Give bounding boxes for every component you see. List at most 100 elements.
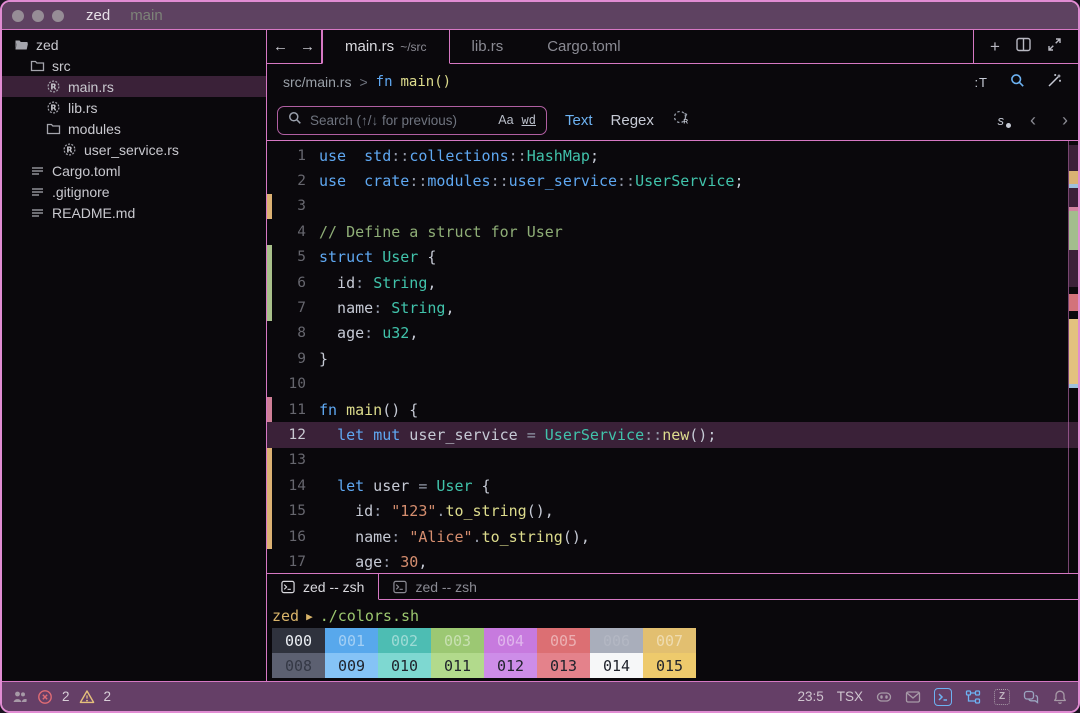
tab-main-rs[interactable]: main.rs~/src (322, 30, 450, 64)
code-lines: 1use std::collections::HashMap;2use crat… (267, 143, 1078, 573)
terminal-tab-list: zed -- zshzed -- zsh (267, 574, 491, 600)
whole-word-toggle[interactable]: wd (522, 113, 536, 127)
code-line-17[interactable]: 17 age: 30, (267, 549, 1078, 573)
svg-text:R: R (683, 119, 688, 126)
titlebar[interactable]: zed main (2, 2, 1078, 30)
code-text: // Define a struct for User (306, 223, 563, 241)
ansi-color-008: 008 (272, 653, 325, 678)
breadcrumb-symbol-keyword[interactable]: fn (376, 74, 393, 90)
split-pane-icon[interactable] (1016, 37, 1031, 57)
notifications-bell-icon[interactable] (1052, 689, 1068, 705)
breadcrumb-symbol-name[interactable]: main() (401, 74, 452, 90)
file-tree-item-main-rs[interactable]: Rmain.rs (2, 76, 266, 97)
token-pu: :: (644, 426, 662, 444)
code-editor[interactable]: 1use std::collections::HashMap;2use crat… (267, 141, 1078, 573)
terminal-tab-1[interactable]: zed -- zsh (267, 574, 379, 600)
token-pr (400, 528, 409, 546)
tab-cargo-toml[interactable]: Cargo.toml (525, 30, 642, 64)
file-tree-item-src[interactable]: src (2, 55, 266, 76)
warning-icon[interactable] (79, 689, 95, 705)
language-selector[interactable]: TSX (837, 689, 863, 704)
code-line-8[interactable]: 8 age: u32, (267, 321, 1078, 346)
code-text: age: 30, (306, 553, 427, 571)
code-line-6[interactable]: 6 id: String, (267, 270, 1078, 295)
minimize-window-button[interactable] (32, 10, 44, 22)
ansi-color-005: 005 (537, 628, 590, 653)
search-box[interactable]: Aa wd (277, 106, 547, 135)
terminal-toggle-icon[interactable] (934, 688, 952, 706)
line-number: 8 (272, 325, 306, 341)
tab-lib-rs[interactable]: lib.rs (450, 30, 526, 64)
ansi-color-014: 014 (590, 653, 643, 678)
rust-file-icon: R (46, 79, 61, 94)
selection-search-toggle[interactable]: s (998, 113, 1005, 128)
next-match-icon[interactable]: › (1062, 111, 1068, 129)
line-number: 16 (272, 529, 306, 545)
tab-label: Cargo.toml (547, 38, 620, 55)
outline-panel-icon[interactable] (965, 689, 981, 705)
zoom-window-button[interactable] (52, 10, 64, 22)
code-line-9[interactable]: 9} (267, 346, 1078, 371)
terminal-tabs: zed -- zshzed -- zsh (267, 574, 1078, 600)
inlay-hints-toggle[interactable]: :T (974, 75, 988, 90)
magic-wand-icon[interactable] (1047, 73, 1062, 91)
search-input[interactable] (310, 113, 490, 128)
code-text: } (306, 350, 328, 368)
feedback-envelope-icon[interactable] (905, 689, 921, 705)
file-tree-item--gitignore[interactable]: .gitignore (2, 181, 266, 202)
tab-label: lib.rs (472, 38, 504, 55)
warning-count[interactable]: 2 (104, 689, 112, 704)
file-tree-item-lib-rs[interactable]: Rlib.rs (2, 97, 266, 118)
regex-cycle-icon[interactable]: R (672, 109, 689, 131)
terminal-output[interactable]: zed ▶ ./colors.sh 0000010020030040050060… (267, 600, 1078, 681)
copilot-icon[interactable] (876, 689, 892, 705)
error-icon[interactable] (37, 689, 53, 705)
token-pu: :: (391, 147, 409, 165)
token-md: modules (427, 172, 490, 190)
terminal-tab-2[interactable]: zed -- zsh (379, 574, 490, 600)
forward-icon[interactable]: → (300, 38, 315, 55)
back-icon[interactable]: ← (273, 38, 288, 55)
code-line-4[interactable]: 4// Define a struct for User (267, 219, 1078, 244)
token-kw: use (319, 147, 346, 165)
code-text: let mut user_service = UserService::new(… (306, 426, 716, 444)
token-pr (364, 426, 373, 444)
search-mode-text[interactable]: Text (565, 112, 593, 129)
ansi-color-001: 001 (325, 628, 378, 653)
token-pr: () { (382, 401, 418, 419)
code-line-13[interactable]: 13 (267, 448, 1078, 473)
zed-assistant-icon[interactable]: Z (994, 689, 1010, 705)
code-line-15[interactable]: 15 id: "123".to_string(), (267, 498, 1078, 523)
previous-match-icon[interactable]: ‹ (1030, 111, 1036, 129)
code-line-2[interactable]: 2use crate::modules::user_service::UserS… (267, 168, 1078, 193)
code-line-7[interactable]: 7 name: String, (267, 295, 1078, 320)
new-tab-icon[interactable]: + (990, 38, 1000, 55)
close-window-button[interactable] (12, 10, 24, 22)
file-tree-item-cargo-toml[interactable]: Cargo.toml (2, 160, 266, 181)
error-count[interactable]: 2 (62, 689, 70, 704)
chat-icon[interactable] (1023, 689, 1039, 705)
file-tree-item-readme-md[interactable]: README.md (2, 202, 266, 223)
file-tree-item-modules[interactable]: modules (2, 118, 266, 139)
maximize-pane-icon[interactable] (1047, 37, 1062, 57)
code-line-12[interactable]: 12 let mut user_service = UserService::n… (267, 422, 1078, 447)
match-case-toggle[interactable]: Aa (498, 113, 513, 127)
code-line-5[interactable]: 5struct User { (267, 245, 1078, 270)
cursor-position[interactable]: 23:5 (797, 689, 823, 704)
git-branch-label[interactable]: main (130, 7, 163, 24)
buffer-search-icon[interactable] (1010, 73, 1025, 91)
search-mode-regex[interactable]: Regex (611, 112, 654, 129)
code-line-1[interactable]: 1use std::collections::HashMap; (267, 143, 1078, 168)
code-line-11[interactable]: 11fn main() { (267, 397, 1078, 422)
rust-file-icon: R (46, 100, 61, 115)
breadcrumb[interactable]: src/main.rs (283, 74, 351, 90)
code-line-14[interactable]: 14 let user = User { (267, 473, 1078, 498)
code-line-16[interactable]: 16 name: "Alice".to_string(), (267, 524, 1078, 549)
code-line-3[interactable]: 3 (267, 194, 1078, 219)
file-tree-item-user-service-rs[interactable]: Ruser_service.rs (2, 139, 266, 160)
editor-scrollbar[interactable] (1068, 141, 1078, 573)
code-line-10[interactable]: 10 (267, 372, 1078, 397)
collaboration-icon[interactable] (12, 689, 28, 705)
token-pr: ; (734, 172, 743, 190)
file-tree-item-zed[interactable]: zed (2, 34, 266, 55)
